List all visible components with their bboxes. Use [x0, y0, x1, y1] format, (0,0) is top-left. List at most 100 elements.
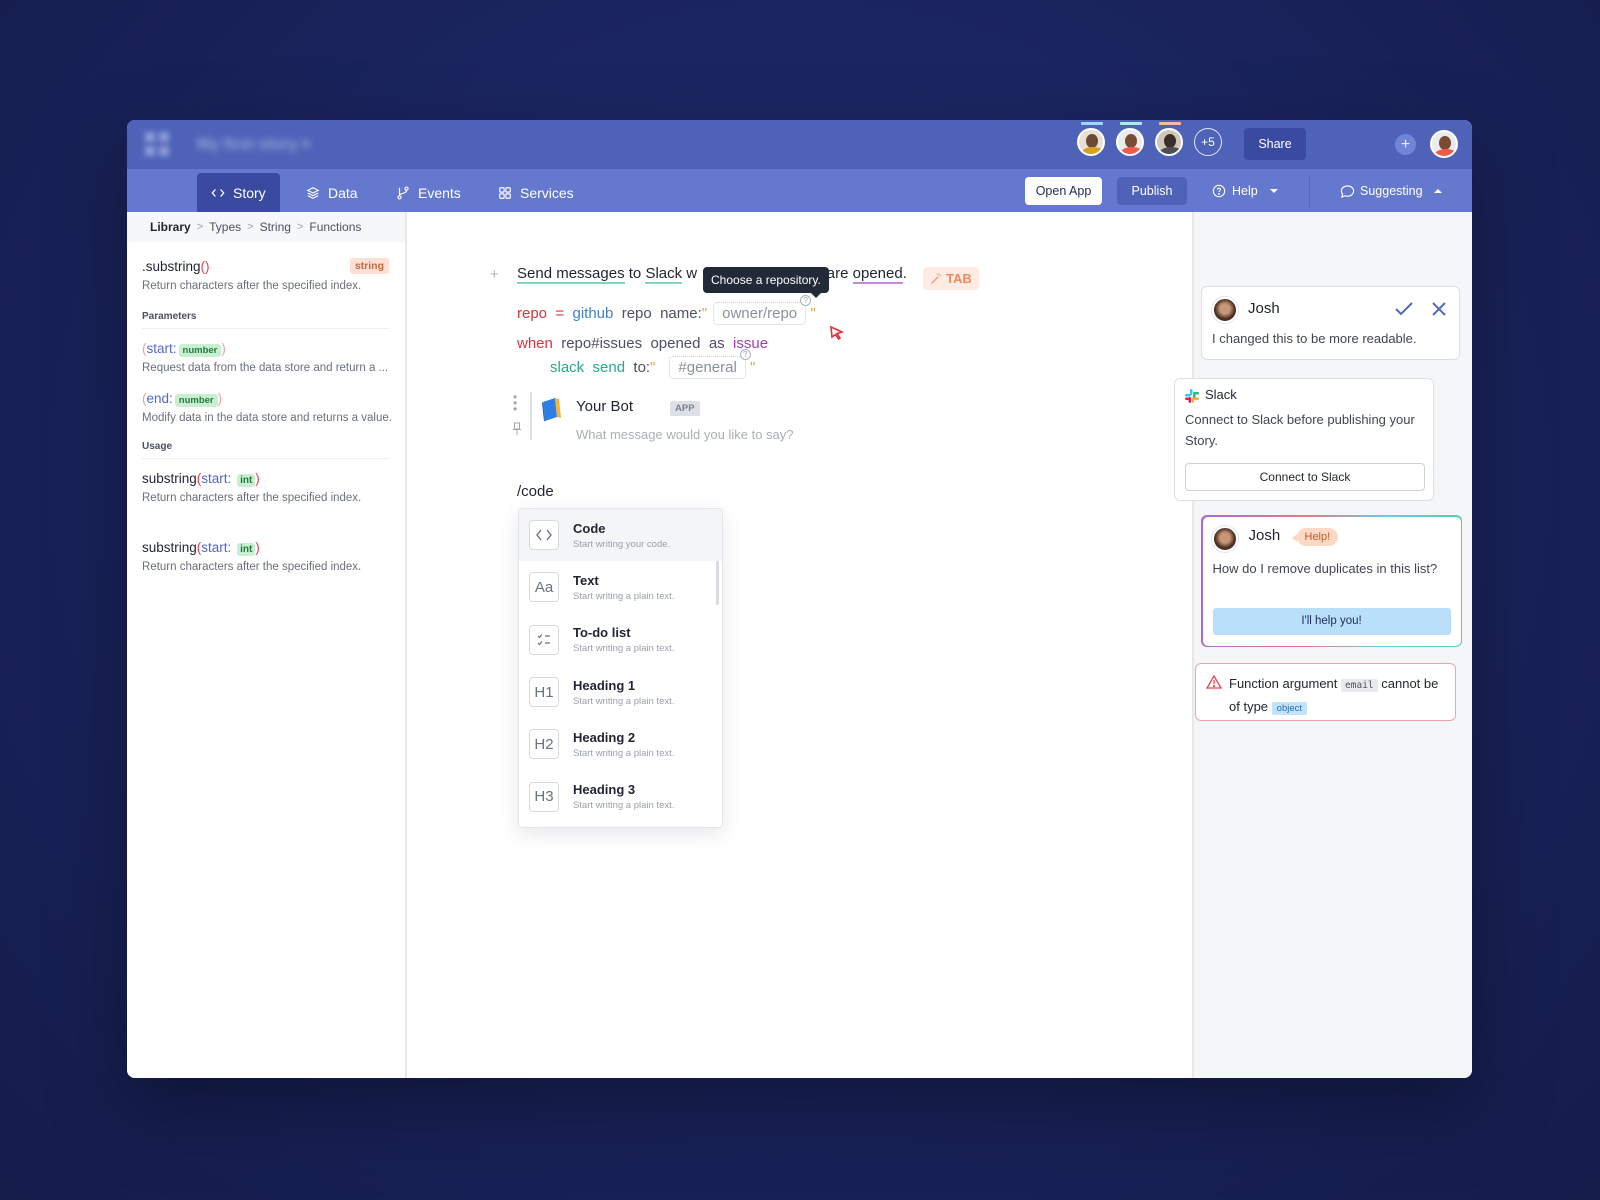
code-line[interactable]: when repo#issues opened as issue: [517, 335, 768, 352]
offer-help-button[interactable]: I'll help you!: [1212, 607, 1451, 635]
help-menu[interactable]: Help: [1212, 177, 1278, 205]
drag-handle-icon[interactable]: • • •: [513, 391, 517, 415]
usage-description: Return characters after the specified in…: [142, 561, 362, 573]
user-avatar[interactable]: [1430, 130, 1458, 158]
slack-icon: [1185, 389, 1199, 403]
tooltip: Choose a repository.: [703, 267, 829, 298]
repository-slot-input[interactable]: owner/repo?: [713, 295, 812, 325]
checklist-icon: [529, 624, 559, 655]
tab-story[interactable]: Story: [197, 173, 280, 212]
menu-item-heading-3[interactable]: H3 Heading 3 Start writing a plain text.: [519, 770, 722, 822]
slash-command-input[interactable]: /code: [517, 483, 554, 500]
error-card[interactable]: Function argument email cannot be of typ…: [1195, 663, 1456, 721]
bot-name: Your Bot: [576, 398, 633, 415]
slack-connect-card: Slack Connect to Slack before publishing…: [1174, 378, 1434, 501]
function-name: .substring(): [142, 258, 210, 274]
help-badge: Help!: [1291, 527, 1339, 546]
breadcrumb-item[interactable]: String: [260, 220, 291, 234]
pin-icon[interactable]: [512, 422, 522, 436]
type-badge: number: [174, 394, 218, 407]
nav-bar: Story Data Events Services Open App Publ…: [127, 169, 1472, 212]
check-icon: [1395, 302, 1413, 316]
comment-icon: [1340, 184, 1355, 198]
usage-example[interactable]: substring(start: int): [142, 540, 389, 556]
menu-item-heading-1[interactable]: H1 Heading 1 Start writing a plain text.: [519, 666, 722, 718]
bot-book-icon: [542, 398, 561, 421]
menu-item-code[interactable]: Code Start writing your code.: [519, 509, 722, 562]
return-type-badge: string: [349, 258, 389, 274]
function-description: Return characters after the specified in…: [142, 280, 362, 292]
parameter-description: Modify data in the data store and return…: [142, 412, 392, 424]
heading-3-icon: H3: [529, 781, 559, 812]
usage-heading: Usage: [142, 441, 389, 459]
parameter-end[interactable]: (end: number): [142, 391, 389, 407]
channel-slot-input[interactable]: #general?: [669, 349, 751, 379]
collaborator-avatars: +5: [1077, 122, 1222, 156]
app-logo[interactable]: [145, 132, 169, 156]
help-label: Help: [1232, 184, 1258, 198]
block-indicator: [530, 392, 532, 440]
story-editor[interactable]: + Send messages to Slack ws are opened. …: [407, 212, 1192, 1078]
help-request-card[interactable]: Josh Help! How do I remove duplicates in…: [1201, 515, 1462, 647]
slack-message: Connect to Slack before publishing your …: [1185, 412, 1415, 448]
type-badge: number: [178, 344, 222, 357]
comment-author: Josh: [1248, 526, 1281, 544]
breadcrumb: Library > Types > String > Functions: [127, 212, 405, 242]
bot-message-block[interactable]: • • • Your Bot APP What message would you …: [513, 391, 917, 442]
tab-label: Story: [233, 184, 266, 201]
chevron-up-icon: [1433, 189, 1442, 193]
menu-item-todo[interactable]: To-do list Start writing a plain text.: [519, 614, 722, 666]
library-sidebar: Library > Types > String > Functions .su…: [127, 212, 407, 1078]
menu-item-text[interactable]: Aa Text Start writing a plain text.: [519, 561, 722, 613]
avatar: [1212, 297, 1238, 323]
type-badge: int: [237, 543, 256, 556]
breadcrumb-item[interactable]: Library: [150, 220, 191, 234]
heading-1-icon: H1: [529, 677, 559, 708]
divider: [1309, 177, 1310, 207]
breadcrumb-item[interactable]: Functions: [309, 220, 361, 234]
tab-label: Services: [520, 184, 574, 201]
parameter-start[interactable]: (start: number): [142, 341, 389, 357]
help-icon[interactable]: ?: [739, 349, 751, 360]
more-collaborators-count[interactable]: +5: [1194, 128, 1222, 156]
tab-data[interactable]: Data: [292, 173, 372, 212]
add-button[interactable]: +: [1395, 134, 1416, 155]
suggesting-mode-menu[interactable]: Suggesting: [1340, 177, 1442, 205]
text-icon: Aa: [529, 572, 559, 603]
add-block-icon[interactable]: +: [490, 266, 499, 283]
help-question: How do I remove duplicates in this list?: [1212, 560, 1438, 576]
tab-services[interactable]: Services: [484, 173, 588, 212]
warning-icon: [1206, 675, 1222, 689]
menu-item-heading-2[interactable]: H2 Heading 2 Start writing a plain text.: [519, 718, 722, 770]
parameter-description: Request data from the data store and ret…: [142, 362, 389, 374]
code-line[interactable]: slack send to:" #general? ": [550, 349, 755, 379]
share-button[interactable]: Share: [1244, 128, 1306, 160]
grid-icon: [499, 186, 511, 199]
collaborator-avatar[interactable]: [1077, 122, 1105, 156]
suggestion-comment-card[interactable]: Josh I changed this to be more readable.: [1201, 286, 1460, 360]
help-circle-icon: [1212, 184, 1226, 198]
breadcrumb-item[interactable]: Types: [209, 220, 241, 234]
collaborator-avatar[interactable]: [1116, 122, 1144, 156]
autocomplete-tab-hint[interactable]: TAB: [923, 267, 979, 290]
close-icon: [1432, 302, 1446, 316]
open-app-button[interactable]: Open App: [1025, 177, 1102, 205]
reject-suggestion-button[interactable]: [1430, 300, 1448, 318]
connect-to-slack-button[interactable]: Connect to Slack: [1185, 463, 1425, 491]
plus-icon: +: [1400, 135, 1411, 153]
function-header: .substring() string: [142, 258, 389, 274]
publish-button[interactable]: Publish: [1117, 177, 1187, 205]
code-line[interactable]: repo = github repo name:" owner/repo? ": [517, 295, 816, 325]
accept-suggestion-button[interactable]: [1395, 300, 1413, 318]
usage-example[interactable]: substring(start: int): [142, 471, 389, 487]
comment-text: I changed this to be more readable.: [1212, 331, 1417, 346]
tab-label: Data: [328, 184, 358, 201]
collaborator-avatar[interactable]: [1155, 122, 1183, 156]
comment-author: Josh: [1248, 300, 1280, 317]
slack-title: Slack: [1205, 387, 1237, 402]
app-badge: APP: [670, 401, 700, 416]
story-title[interactable]: My first story ▾: [197, 134, 310, 154]
bot-message-input[interactable]: What message would you like to say?: [576, 427, 794, 442]
tab-events[interactable]: Events: [382, 173, 475, 212]
usage-description: Return characters after the specified in…: [142, 492, 362, 504]
